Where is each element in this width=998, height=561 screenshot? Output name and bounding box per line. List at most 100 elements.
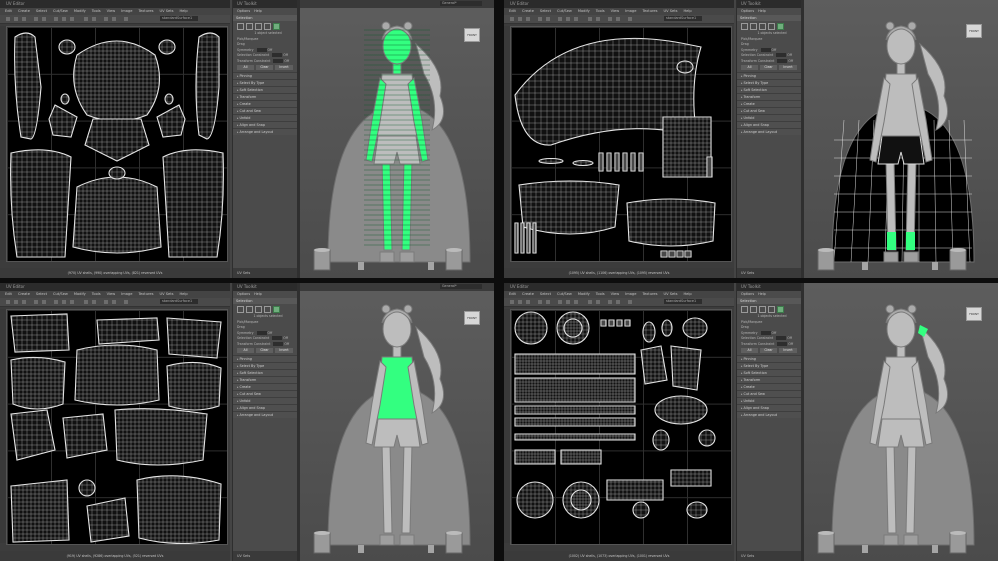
uv-menu-item[interactable]: Textures xyxy=(642,292,657,296)
uv-select-icon[interactable] xyxy=(768,23,775,30)
exposure-icon[interactable] xyxy=(608,300,612,304)
snap-icon[interactable] xyxy=(546,300,550,304)
move-icon[interactable] xyxy=(510,300,514,304)
toolkit-menu-item[interactable]: Options xyxy=(237,9,250,13)
toolkit-section-align-and-snap[interactable]: Align and Snap xyxy=(737,121,803,128)
rotate-icon[interactable] xyxy=(518,300,522,304)
uv-menu-item[interactable]: Image xyxy=(121,292,132,296)
toolkit-section-arrange-and-layout[interactable]: Arrange and Layout xyxy=(737,128,803,135)
shade-icon[interactable] xyxy=(62,300,66,304)
select-all-button[interactable]: All xyxy=(741,65,758,70)
toolkit-section-soft-selection[interactable]: Soft Selection xyxy=(233,86,299,93)
vertex-select-icon[interactable] xyxy=(237,23,244,30)
3d-viewport[interactable]: Workspace: General* FRONT xyxy=(300,0,494,278)
filter-icon[interactable] xyxy=(596,300,600,304)
face-select-icon[interactable] xyxy=(255,23,262,30)
uv-menu-item[interactable]: Modify xyxy=(74,9,86,13)
uv-menu-item[interactable]: Select xyxy=(540,9,551,13)
uv-menu-item[interactable]: Edit xyxy=(5,9,12,13)
filter-icon[interactable] xyxy=(596,17,600,21)
toolkit-section-unfold[interactable]: Unfold xyxy=(233,397,299,404)
checker-icon[interactable] xyxy=(558,17,562,21)
checker-icon[interactable] xyxy=(54,300,58,304)
3d-viewport[interactable]: Workspace: General* FRONT xyxy=(300,283,494,561)
shade-icon[interactable] xyxy=(566,17,570,21)
uv-menu-item[interactable]: Edit xyxy=(509,292,516,296)
toolkit-menu-item[interactable]: Help xyxy=(758,9,766,13)
face-select-icon[interactable] xyxy=(255,306,262,313)
toolkit-section-soft-selection[interactable]: Soft Selection xyxy=(737,86,803,93)
material-field[interactable]: standardSurface1 xyxy=(664,299,702,304)
invert-selection-button[interactable]: Invert xyxy=(275,65,293,70)
select-all-button[interactable]: All xyxy=(237,348,254,353)
uv-menu-item[interactable]: Image xyxy=(625,9,636,13)
invert-selection-button[interactable]: Invert xyxy=(779,348,797,353)
material-field[interactable]: standardSurface1 xyxy=(664,16,702,21)
uv-sets-section[interactable]: UV Sets xyxy=(737,268,803,278)
checker-icon[interactable] xyxy=(558,300,562,304)
rotate-icon[interactable] xyxy=(14,17,18,21)
view-cube[interactable]: FRONT xyxy=(966,307,982,321)
distortion-icon[interactable] xyxy=(574,300,578,304)
toolkit-section-cut-and-sew[interactable]: Cut and Sew xyxy=(233,107,299,114)
toolkit-menu-item[interactable]: Help xyxy=(758,292,766,296)
toolkit-section-pinning[interactable]: Pinning xyxy=(233,355,299,362)
uv-menu-item[interactable]: Textures xyxy=(138,292,153,296)
toolkit-section-pinning[interactable]: Pinning xyxy=(737,355,803,362)
exposure-icon[interactable] xyxy=(104,17,108,21)
toolkit-section-arrange-and-layout[interactable]: Arrange and Layout xyxy=(233,411,299,418)
edge-select-icon[interactable] xyxy=(750,23,757,30)
toolkit-section-align-and-snap[interactable]: Align and Snap xyxy=(233,404,299,411)
toolkit-section-transform[interactable]: Transform xyxy=(233,93,299,100)
uv-menu-item[interactable]: Modify xyxy=(578,9,590,13)
toolkit-section-soft-selection[interactable]: Soft Selection xyxy=(737,369,803,376)
uv-sets-section[interactable]: UV Sets xyxy=(233,551,299,561)
toolkit-menu-item[interactable]: Options xyxy=(741,9,754,13)
uv-menu-item[interactable]: Tools xyxy=(92,292,101,296)
toolkit-section-cut-and-sew[interactable]: Cut and Sew xyxy=(737,107,803,114)
uv-grid-canvas[interactable] xyxy=(510,309,732,545)
uv-menu-item[interactable]: View xyxy=(611,9,620,13)
toolkit-section-select-by-type[interactable]: Select By Type xyxy=(233,362,299,369)
edge-select-icon[interactable] xyxy=(750,306,757,313)
uv-menu-item[interactable]: View xyxy=(611,292,620,296)
snap-icon[interactable] xyxy=(42,300,46,304)
uv-menu-item[interactable]: Modify xyxy=(578,292,590,296)
filter-icon[interactable] xyxy=(92,17,96,21)
invert-selection-button[interactable]: Invert xyxy=(779,65,797,70)
uv-menu-item[interactable]: Help xyxy=(683,292,691,296)
vertex-select-icon[interactable] xyxy=(741,23,748,30)
gamma-icon[interactable] xyxy=(616,17,620,21)
uv-sets-section[interactable]: UV Sets xyxy=(233,268,299,278)
uv-menu-item[interactable]: Tools xyxy=(596,9,605,13)
toolkit-section-cut-and-sew[interactable]: Cut and Sew xyxy=(737,390,803,397)
edge-select-icon[interactable] xyxy=(246,306,253,313)
scale-icon[interactable] xyxy=(22,17,26,21)
uv-menu-item[interactable]: Cut/Sew xyxy=(53,292,68,296)
uv-menu-item[interactable]: Tools xyxy=(92,9,101,13)
uv-menu-item[interactable]: Cut/Sew xyxy=(557,9,572,13)
uv-menu-item[interactable]: Help xyxy=(683,9,691,13)
vertex-select-icon[interactable] xyxy=(237,306,244,313)
face-select-icon[interactable] xyxy=(759,23,766,30)
filter-icon[interactable] xyxy=(92,300,96,304)
toolkit-section-select-by-type[interactable]: Select By Type xyxy=(737,79,803,86)
image-icon[interactable] xyxy=(84,17,88,21)
rotate-icon[interactable] xyxy=(14,300,18,304)
view-cube[interactable]: FRONT xyxy=(464,28,480,42)
uv-menu-item[interactable]: Tools xyxy=(596,292,605,296)
toolkit-section-cut-and-sew[interactable]: Cut and Sew xyxy=(233,390,299,397)
workspace-field[interactable]: General* xyxy=(440,1,482,6)
toolkit-section-create[interactable]: Create xyxy=(737,383,803,390)
shell-select-icon[interactable] xyxy=(273,23,280,30)
toolkit-section-transform[interactable]: Transform xyxy=(737,376,803,383)
uv-menu-item[interactable]: Image xyxy=(121,9,132,13)
gamma-icon[interactable] xyxy=(112,300,116,304)
uv-menu-item[interactable]: Select xyxy=(36,9,47,13)
toolkit-section-arrange-and-layout[interactable]: Arrange and Layout xyxy=(737,411,803,418)
toolkit-section-unfold[interactable]: Unfold xyxy=(233,114,299,121)
uv-menu-item[interactable]: Cut/Sew xyxy=(53,9,68,13)
toolkit-section-transform[interactable]: Transform xyxy=(737,93,803,100)
uv-menu-item[interactable]: Textures xyxy=(138,9,153,13)
colorspace-icon[interactable] xyxy=(628,17,632,21)
